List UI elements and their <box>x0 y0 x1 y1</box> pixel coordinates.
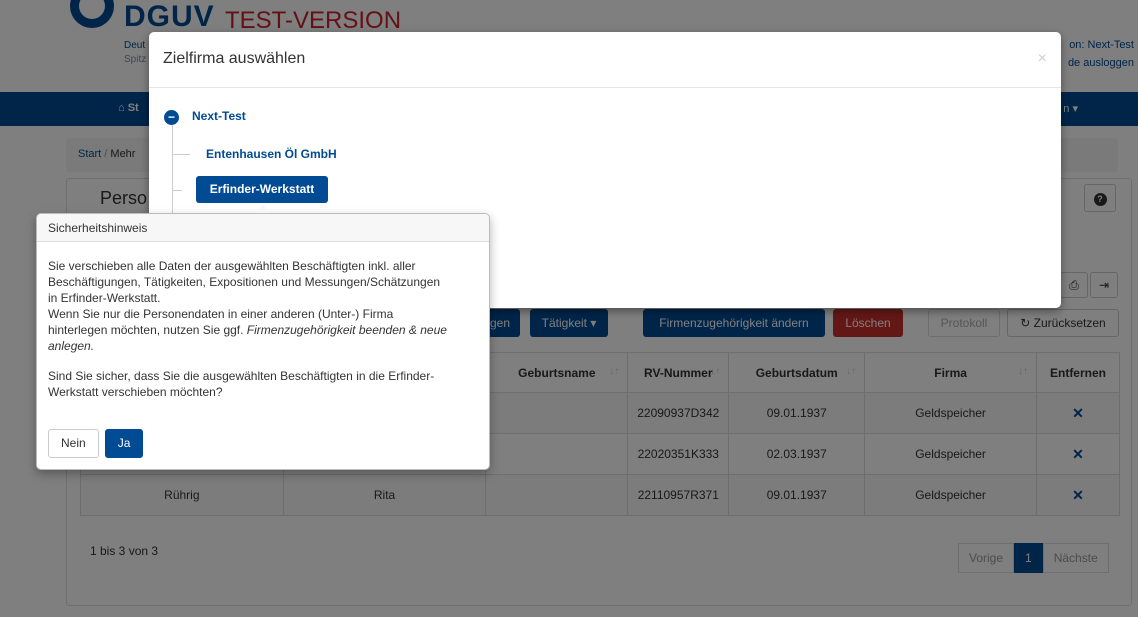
popover-question: Werkstatt verschieben möchten? <box>48 385 223 399</box>
collapse-icon[interactable]: − <box>164 110 179 125</box>
popover-arrow <box>255 205 271 213</box>
tree-node-erfinder-werkstatt[interactable]: Erfinder-Werkstatt <box>196 176 328 203</box>
popover-text: in Erfinder-Werkstatt. <box>48 291 161 305</box>
popover-text: Beschäftigungen, Tätigkeiten, Exposition… <box>48 275 441 289</box>
popover-title: Sicherheitshinweis <box>37 214 489 242</box>
popover-text: hinterlegen möchten, nutzen Sie ggf. Fir… <box>48 323 447 337</box>
popover-text: anlegen. <box>48 339 95 353</box>
popover-question: Sind Sie sicher, dass Sie die ausgewählt… <box>48 369 435 383</box>
modal-header: Zielfirma auswählen × <box>149 32 1061 88</box>
tree-connector <box>172 154 190 155</box>
security-popover: Sicherheitshinweis Sie verschieben alle … <box>36 213 490 470</box>
popover-text: Wenn Sie nur die Personendaten in einer … <box>48 307 394 321</box>
popover-text: Sie verschieben alle Daten der ausgewähl… <box>48 259 416 273</box>
yes-button[interactable]: Ja <box>104 429 144 458</box>
tree-node-root[interactable]: Next-Test <box>192 109 246 123</box>
popover-body: Sie verschieben alle Daten der ausgewähl… <box>37 242 489 400</box>
tree-connector <box>172 190 182 191</box>
no-button[interactable]: Nein <box>48 429 99 458</box>
modal-title: Zielfirma auswählen <box>163 50 306 67</box>
popover-buttons: Nein Ja <box>48 429 149 458</box>
close-icon[interactable]: × <box>1038 50 1047 68</box>
tree-node-entenhausen[interactable]: Entenhausen Öl GmbH <box>206 147 337 161</box>
tree-connector <box>172 124 173 214</box>
